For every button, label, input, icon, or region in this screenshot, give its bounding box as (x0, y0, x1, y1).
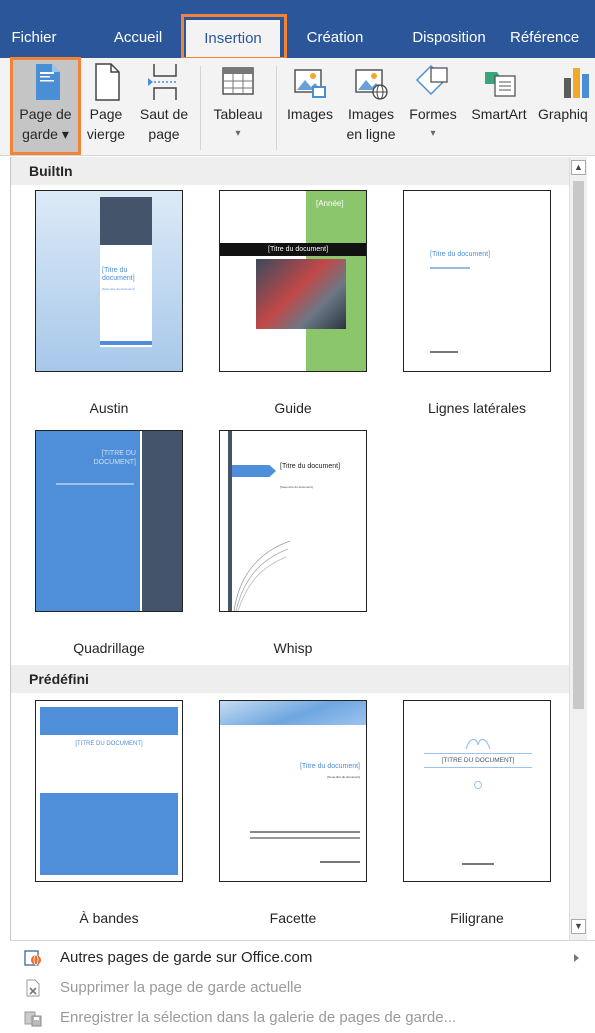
table-button[interactable]: Tableau ▾ (206, 58, 270, 154)
chart-button[interactable]: Graphiq (536, 58, 595, 154)
shapes-icon (415, 64, 448, 96)
tab-references[interactable]: Référence (506, 18, 595, 58)
template-filigrane-title: [TITRE DU DOCUMENT] (441, 757, 515, 764)
whisp-decoration (233, 540, 291, 611)
template-quadrillage-title: [TITRE DU DOCUMENT] (93, 450, 136, 466)
scroll-up-arrow[interactable]: ▲ (571, 160, 586, 175)
shapes-label: Formes (409, 106, 457, 122)
template-filigrane-label: Filigrane (450, 910, 504, 926)
template-austin-label: Austin (89, 400, 129, 416)
chart-label: Graphiq (538, 106, 588, 122)
template-a-bandes-title: [TITRE DU DOCUMENT] (75, 741, 143, 747)
builtin-section-header: BuiltIn (11, 157, 569, 185)
tab-insertion[interactable]: Insertion (186, 20, 280, 58)
images-button[interactable]: Images (282, 58, 338, 154)
ribbon-separator (200, 66, 201, 150)
template-whisp-label: Whisp (273, 640, 313, 656)
word-window: Fichier Accueil Insertion Création Dispo… (0, 0, 595, 1033)
template-guide-year: [Année] (316, 199, 344, 208)
cover-page-dropdown-label: garde ▾ (22, 126, 69, 142)
template-quadrillage-label: Quadrillage (73, 640, 145, 656)
template-a-bandes-thumbnail[interactable]: [TITRE DU DOCUMENT] (35, 700, 183, 882)
ribbon-separator (276, 66, 277, 150)
delete-cover-page-item[interactable]: Supprimer la page de garde actuelle (10, 973, 595, 1003)
cover-page-label: Page de (19, 106, 72, 122)
blank-page-label: Page (89, 106, 123, 122)
template-facette-label: Facette (269, 910, 317, 926)
delete-page-icon (26, 979, 40, 997)
online-images-label: Images (348, 106, 394, 122)
template-lignes-laterales-title: [Titre du document] (430, 251, 491, 258)
online-images-label-line2: en ligne (346, 126, 396, 142)
tab-fichier[interactable]: Fichier (6, 18, 62, 58)
template-quadrillage-thumbnail[interactable]: [TITRE DU DOCUMENT] (35, 430, 183, 612)
blank-page-button[interactable]: Page vierge (82, 58, 130, 154)
delete-cover-page-label: Supprimer la page de garde actuelle (60, 979, 302, 996)
template-lignes-laterales-thumbnail[interactable]: [Titre du document] (403, 190, 551, 372)
office-globe-icon (24, 950, 41, 966)
ribbon-insert-panel: Page de garde ▾ Page vierge Saut de page (0, 58, 595, 156)
template-whisp-subtitle: [Sous-titre du document] (280, 485, 313, 489)
more-cover-pages-item[interactable]: Autres pages de garde sur Office.com (10, 943, 595, 973)
images-icon (294, 69, 326, 98)
template-filigrane-thumbnail[interactable]: [TITRE DU DOCUMENT] (403, 700, 551, 882)
tab-accueil[interactable]: Accueil (96, 18, 180, 58)
shapes-button[interactable]: Formes ▾ (404, 58, 462, 154)
save-to-gallery-label: Enregistrer la sélection dans la galerie… (60, 1009, 457, 1026)
smartart-icon (485, 72, 516, 97)
tab-disposition[interactable]: Disposition (394, 18, 504, 58)
template-whisp-thumbnail[interactable]: [Titre du document] [Sous-titre du docum… (219, 430, 367, 612)
template-austin-subtitle: [Sous-titre du document] (102, 287, 135, 291)
scroll-thumb[interactable] (573, 181, 584, 709)
template-facette-subtitle: [Sous-titre du document] (327, 775, 360, 779)
tab-creation[interactable]: Création (294, 18, 376, 58)
ribbon-tab-bar: Fichier Accueil Insertion Création Dispo… (0, 0, 595, 58)
predefined-section-header: Prédéfini (11, 665, 569, 693)
template-facette-title: [Titre du document] (299, 763, 360, 770)
shapes-dropdown-arrow: ▾ (430, 128, 436, 139)
more-cover-pages-label: Autres pages de garde sur Office.com (60, 949, 313, 966)
blank-page-icon (95, 63, 120, 101)
cover-page-icon (35, 64, 60, 100)
template-lignes-laterales-label: Lignes latérales (427, 400, 527, 416)
template-facette-thumbnail[interactable]: [Titre du document] [Sous-titre du docum… (219, 700, 367, 882)
template-guide-thumbnail[interactable]: [Année] [Titre du document] (219, 190, 367, 372)
table-label: Tableau (213, 106, 263, 122)
online-images-icon (355, 69, 388, 100)
cover-page-gallery: BuiltIn [Titre du document] [Sous-titre … (10, 157, 569, 940)
page-break-button[interactable]: Saut de page (132, 58, 196, 154)
smartart-button[interactable]: SmartArt (464, 58, 534, 154)
template-guide-label: Guide (274, 400, 312, 416)
gallery-scrollbar[interactable]: ▲ ▼ (569, 157, 587, 940)
table-dropdown-arrow: ▾ (235, 128, 241, 139)
page-break-icon (148, 64, 177, 100)
scroll-down-arrow[interactable]: ▼ (571, 919, 586, 934)
submenu-arrow-icon (574, 954, 579, 962)
images-label: Images (287, 106, 333, 122)
template-whisp-title: [Titre du document] (280, 463, 341, 470)
online-images-button[interactable]: Images en ligne (340, 58, 402, 154)
chart-icon (564, 68, 589, 98)
template-austin-title: [Titre du document] (102, 267, 135, 282)
save-gallery-icon (24, 1011, 42, 1027)
filigrane-ornament-icon (465, 738, 491, 750)
cover-page-button[interactable]: Page de garde ▾ (12, 58, 79, 154)
save-to-gallery-item[interactable]: Enregistrer la sélection dans la galerie… (10, 1003, 595, 1033)
template-a-bandes-label: À bandes (79, 910, 139, 926)
template-austin-thumbnail[interactable]: [Titre du document] [Sous-titre du docum… (35, 190, 183, 372)
cover-page-menu: Autres pages de garde sur Office.com Sup… (10, 940, 595, 1033)
page-break-label-line2: page (148, 126, 180, 142)
blank-page-label-line2: vierge (86, 126, 126, 142)
template-guide-title: [Titre du document] (268, 246, 329, 253)
page-break-label: Saut de (139, 106, 189, 122)
table-icon (222, 67, 254, 95)
smartart-label: SmartArt (471, 106, 527, 122)
